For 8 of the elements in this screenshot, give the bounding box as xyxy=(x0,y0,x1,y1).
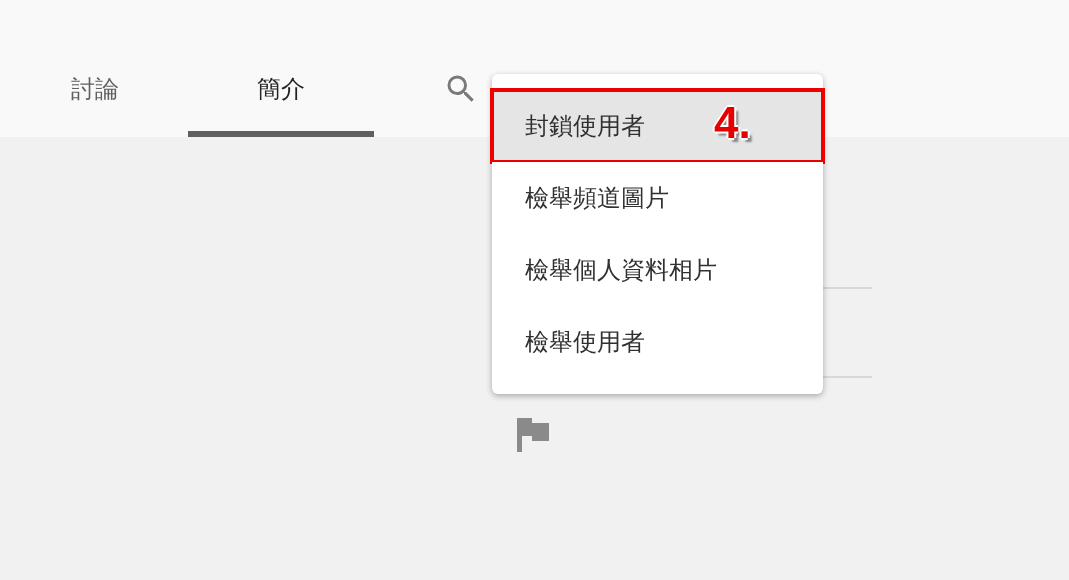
menu-item[interactable]: 檢舉頻道圖片 xyxy=(492,162,823,234)
menu-item[interactable]: 檢舉個人資料相片 xyxy=(492,234,823,306)
menu-item[interactable]: 封鎖使用者 4. xyxy=(492,90,823,162)
tab[interactable]: 討論 xyxy=(2,57,188,137)
flag-icon[interactable] xyxy=(517,418,549,452)
menu-item[interactable]: 檢舉使用者 xyxy=(492,306,823,378)
step-number: 4. xyxy=(714,98,751,148)
tab[interactable]: 簡介 xyxy=(188,57,374,137)
